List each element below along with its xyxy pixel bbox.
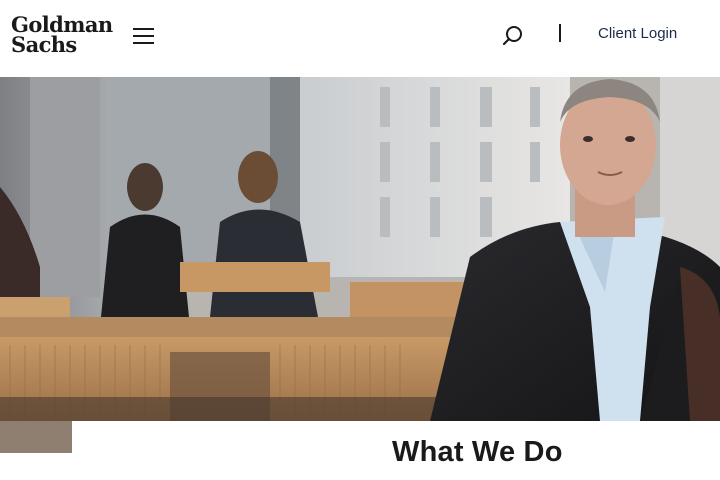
hero-image xyxy=(0,77,720,421)
section-title: What We Do xyxy=(392,436,563,468)
goldman-sachs-logo[interactable]: Goldman Sachs xyxy=(11,14,113,57)
logo-line-2: Sachs xyxy=(11,32,77,57)
search-icon[interactable] xyxy=(501,24,525,48)
hamburger-menu-icon[interactable] xyxy=(133,26,155,46)
image-caption-tab xyxy=(0,421,72,453)
client-login-link[interactable]: Client Login xyxy=(598,25,677,42)
site-header: Goldman Sachs Client Login xyxy=(0,0,720,77)
header-divider xyxy=(559,24,561,42)
